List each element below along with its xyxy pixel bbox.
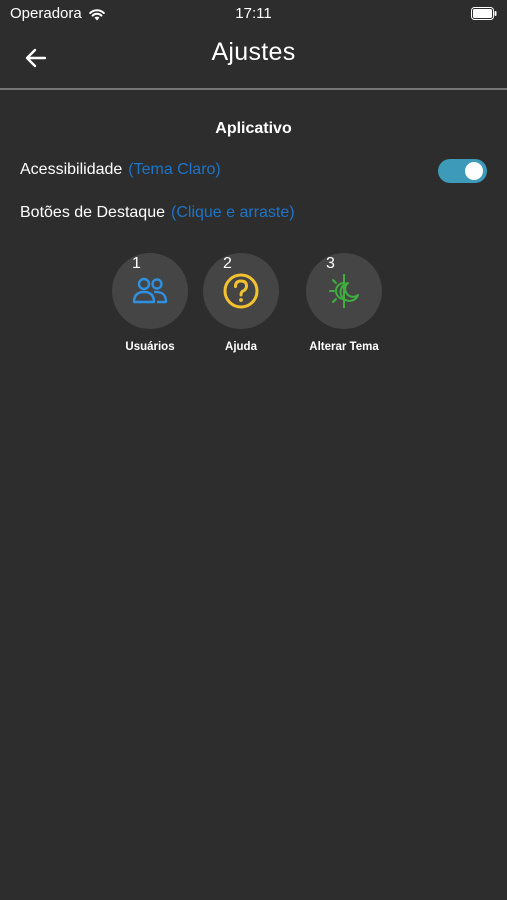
page-title: Ajustes [211, 38, 296, 66]
highlight-buttons-label: Botões de Destaque [20, 204, 165, 221]
shortcut-change-theme-button[interactable]: 3 Alterar Tema [294, 253, 394, 353]
status-bar: Operadora 17:11 [0, 0, 507, 28]
shortcut-label: Usuários [125, 341, 175, 353]
users-icon [132, 277, 168, 304]
highlight-buttons-hint: (Clique e arraste) [171, 204, 295, 221]
accessibility-toggle[interactable] [438, 159, 487, 183]
section-title: Aplicativo [215, 120, 292, 137]
shortcut-number: 1 [132, 255, 141, 272]
shortcut-circle: 3 [306, 253, 382, 329]
status-time: 17:11 [235, 5, 272, 22]
accessibility-setting-row: Acessibilidade (Tema Claro) [20, 161, 221, 179]
shortcut-label: Alterar Tema [309, 341, 379, 353]
shortcut-users-button[interactable]: 1 Usuários [100, 253, 200, 353]
toggle-knob [465, 162, 483, 180]
shortcut-number: 2 [223, 255, 232, 272]
shortcut-help-button[interactable]: 2 Ajuda [191, 253, 291, 353]
highlight-buttons-row: Botões de Destaque (Clique e arraste) [20, 204, 295, 222]
help-circle-icon [223, 273, 259, 309]
shortcut-circle: 2 [203, 253, 279, 329]
accessibility-hint: (Tema Claro) [128, 161, 221, 178]
shortcut-label: Ajuda [225, 341, 257, 353]
theme-sun-moon-icon [329, 274, 359, 308]
navigation-bar: Ajustes [0, 30, 507, 90]
battery-icon [471, 7, 497, 20]
shortcut-number: 3 [326, 255, 335, 272]
shortcut-circle: 1 [112, 253, 188, 329]
accessibility-label: Acessibilidade [20, 161, 123, 178]
